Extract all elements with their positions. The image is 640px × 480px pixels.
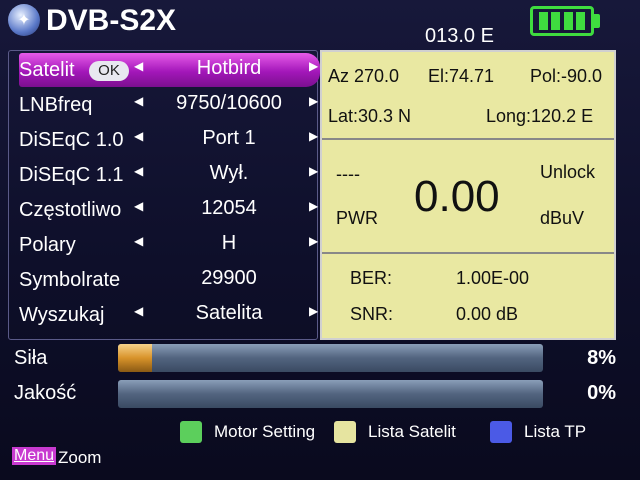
- setting-value: Hotbird: [196, 57, 262, 79]
- setting-label: Polary: [19, 234, 76, 256]
- arrow-left-icon[interactable]: ◀: [134, 164, 143, 178]
- setting-label: LNBfreq: [19, 94, 93, 116]
- setting-row-diseqc10[interactable]: DiSEqC 1.0 ◀ Port 1 ▶: [19, 123, 319, 157]
- lock-status: Unlock: [540, 162, 596, 182]
- setting-label: Wyszukaj: [19, 304, 105, 326]
- satellite-position: 013.0 E: [425, 25, 494, 47]
- setting-label: DiSEqC 1.1: [19, 164, 124, 186]
- setting-row-diseqc11[interactable]: DiSEqC 1.1 ◀ Wył. ▶: [19, 158, 319, 192]
- arrow-right-icon[interactable]: ▶: [309, 59, 318, 73]
- setting-row-satelit[interactable]: Satelit OK ◀ Hotbird ▶: [19, 53, 320, 87]
- snr-label: SNR:: [350, 304, 394, 324]
- azimuth: Az 270.0: [328, 66, 400, 86]
- elevation: El:74.71: [428, 66, 495, 86]
- menu-key[interactable]: Menu: [12, 447, 57, 465]
- setting-label: Satelit: [19, 59, 75, 81]
- power-unit: dBuV: [540, 208, 585, 228]
- quality-percent: 0%: [587, 382, 616, 404]
- quality-label: Jakość: [14, 382, 77, 404]
- arrow-left-icon[interactable]: ◀: [134, 94, 143, 108]
- latitude: Lat:30.3 N: [328, 106, 412, 126]
- strength-percent: 8%: [587, 347, 616, 369]
- battery-tip: [594, 14, 600, 28]
- longitude: Long:120.2 E: [486, 106, 594, 126]
- power-label: PWR: [336, 208, 378, 228]
- position-section: Az 270.0 El:74.71 Pol:-90.0 Lat:30.3 N L…: [322, 52, 614, 140]
- arrow-left-icon[interactable]: ◀: [134, 199, 143, 213]
- snr-value: 0.00 dB: [456, 304, 519, 324]
- ber-label: BER:: [350, 268, 393, 288]
- setting-value: 29900: [201, 267, 257, 289]
- battery-icon: [530, 6, 594, 36]
- tp-list-label[interactable]: Lista TP: [524, 422, 586, 442]
- ok-button[interactable]: OK: [89, 61, 129, 81]
- arrow-right-icon[interactable]: ▶: [309, 129, 318, 143]
- power-section: ---- Unlock 0.00 PWR dBuV: [322, 140, 614, 254]
- setting-label: Symbolrate: [19, 269, 121, 291]
- strength-fill: [118, 344, 152, 372]
- setting-value: Wył.: [209, 162, 249, 184]
- setting-row-polarity[interactable]: Polary ◀ H ▶: [19, 228, 319, 262]
- app-title: DVB-S2X: [46, 4, 177, 37]
- arrow-right-icon[interactable]: ▶: [309, 164, 318, 178]
- arrow-left-icon[interactable]: ◀: [134, 129, 143, 143]
- setting-value: 12054: [201, 197, 257, 219]
- setting-value: Port 1: [202, 127, 256, 149]
- arrow-right-icon[interactable]: ▶: [309, 304, 318, 318]
- blue-key-icon[interactable]: [490, 421, 512, 443]
- quality-bar: [118, 380, 543, 408]
- setting-row-lnbfreq[interactable]: LNBfreq ◀ 9750/10600 ▶: [19, 88, 319, 122]
- power-value: 0.00: [414, 172, 500, 221]
- setting-value: H: [221, 232, 237, 254]
- setting-row-search[interactable]: Wyszukaj ◀ Satelita ▶: [19, 298, 319, 332]
- arrow-right-icon[interactable]: ▶: [309, 199, 318, 213]
- arrow-right-icon[interactable]: ▶: [309, 234, 318, 248]
- setting-label: Częstotliwo: [19, 199, 122, 221]
- strength-label: Siła: [14, 347, 48, 369]
- setting-label: DiSEqC 1.0: [19, 129, 124, 151]
- setting-row-symbolrate[interactable]: Symbolrate 29900: [19, 263, 319, 297]
- quality-section: BER: 1.00E-00 SNR: 0.00 dB: [322, 254, 614, 338]
- zoom-label[interactable]: Zoom: [58, 448, 101, 468]
- satellite-list-label[interactable]: Lista Satelit: [368, 422, 456, 442]
- yellow-key-icon[interactable]: [334, 421, 356, 443]
- arrow-left-icon[interactable]: ◀: [134, 304, 143, 318]
- arrow-right-icon[interactable]: ▶: [309, 94, 318, 108]
- setting-value: Satelita: [195, 302, 263, 324]
- meter-screen: ✦ DVB-S2X 013.0 E Satelit OK ◀ Hotbird ▶…: [0, 0, 640, 480]
- lock-dashes: ----: [336, 164, 360, 184]
- setting-value: 9750/10600: [176, 92, 282, 114]
- title-bar: ✦ DVB-S2X 013.0 E: [0, 0, 640, 47]
- satellite-icon: ✦: [8, 4, 40, 36]
- signal-info-panel: Az 270.0 El:74.71 Pol:-90.0 Lat:30.3 N L…: [320, 50, 616, 340]
- setting-row-frequency[interactable]: Częstotliwo ◀ 12054 ▶: [19, 193, 319, 227]
- green-key-icon[interactable]: [180, 421, 202, 443]
- settings-panel: Satelit OK ◀ Hotbird ▶ LNBfreq ◀ 9750/10…: [8, 50, 320, 340]
- arrow-left-icon[interactable]: ◀: [134, 59, 143, 73]
- arrow-left-icon[interactable]: ◀: [134, 234, 143, 248]
- motor-setting-label[interactable]: Motor Setting: [214, 422, 315, 442]
- strength-bar: [118, 344, 543, 372]
- polarization-offset: Pol:-90.0: [530, 66, 603, 86]
- ber-value: 1.00E-00: [456, 268, 530, 288]
